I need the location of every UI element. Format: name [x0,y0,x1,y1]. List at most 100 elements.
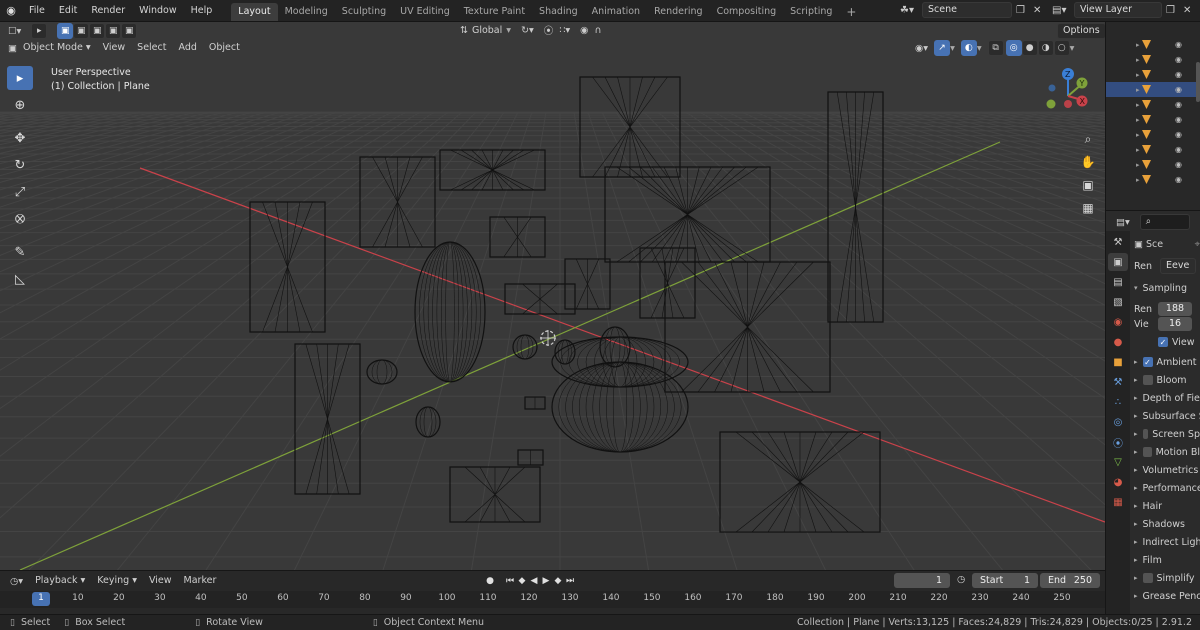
3d-viewport[interactable] [0,22,1105,570]
expand-arrow-icon[interactable]: ▸ [1136,56,1140,64]
panel-enable-checkbox[interactable] [1142,375,1153,385]
scene-icon[interactable]: ☘▾ [900,5,922,16]
menu-render[interactable]: Render [84,0,132,22]
visibility-eye-icon[interactable]: ◉ [1175,55,1182,64]
start-frame-field[interactable]: Start 1 [972,573,1038,588]
menu-marker[interactable]: Marker [178,571,223,591]
particles-tab-icon[interactable]: ∴ [1108,393,1128,411]
copy-scene-icon[interactable]: ❐ [1016,5,1025,16]
object-tab-icon[interactable]: ■ [1108,353,1128,371]
gizmo-menu-icon[interactable]: ▾ [950,43,955,54]
perspective-grid-icon[interactable]: ▦ [1077,197,1099,219]
visibility-eye-icon[interactable]: ◉ [1175,145,1182,154]
expand-arrow-icon[interactable]: ▸ [1136,71,1140,79]
rotate-icon[interactable]: ↻ [7,153,33,177]
record-icon[interactable]: ● [484,574,496,588]
current-frame-field[interactable]: 1 [894,573,950,588]
visibility-eye-icon[interactable]: ◉ [1175,70,1182,79]
render-engine-dropdown[interactable]: Eeve [1160,258,1197,274]
select-box-icon[interactable]: ▸ [7,66,33,90]
axis-gizmo-icon[interactable]: Z Y X [1038,66,1098,126]
xray-toggle-icon[interactable]: ⧉ [987,40,1004,56]
tool-tab-icon[interactable]: ⚒ [1108,233,1128,251]
shading-menu-icon[interactable]: ▾ [1070,43,1075,54]
expand-arrow-icon[interactable]: ▸ [1136,161,1140,169]
options-dropdown[interactable]: Options ▾ [1057,23,1106,50]
output-tab-icon[interactable]: ▤ [1108,273,1128,291]
outliner-item[interactable]: ▸ ◉ [1106,52,1200,67]
editor-type-icon[interactable]: ▣ [8,43,17,54]
properties-editor[interactable]: ▤▾ ⌕ ⚒ ▣ ▤ ▧ ◉ ● ■ ⚒ ∴ ◎ ⦿ ▽ ◕ ▦ ▣ Sce ⌖… [1105,210,1200,620]
expand-arrow-icon[interactable]: ▸ [1136,131,1140,139]
annotate-icon[interactable]: ✎ [7,240,33,264]
jump-end-icon[interactable]: ⏭ [564,574,576,588]
tab-animation[interactable]: Animation [585,3,647,21]
menu-playback[interactable]: Playback ▾ [29,571,91,591]
property-panel-header[interactable]: ▸ Subsurface S [1134,407,1200,425]
pan-hand-icon[interactable]: ✋ [1077,151,1099,173]
tool-select-mode-icon[interactable]: ☐▾ [8,26,21,37]
view-layer-tab-icon[interactable]: ▧ [1108,293,1128,311]
denoise-checkbox[interactable]: ✓ [1158,337,1168,347]
menu-edit[interactable]: Edit [52,0,84,22]
editor-type-icon[interactable]: ▤▾ [1116,217,1130,228]
add-workspace-button[interactable]: + [839,3,863,21]
frame-ruler[interactable]: 1 10 20 30 40 50 60 70 80 90 100 110 120 130 140 150 160… [0,591,1105,609]
shading-material-icon[interactable]: ◑ [1037,40,1054,56]
menu-help[interactable]: Help [184,0,220,22]
select-tool-preview-icon[interactable]: ▸ [31,23,48,39]
menu-keying[interactable]: Keying ▾ [91,571,143,591]
transform-orientation[interactable]: ⇅ Global ▾ ↻▾ ⦿ ∷▾ ◉ ∩ [460,23,601,38]
texture-tab-icon[interactable]: ▦ [1108,493,1128,511]
outliner-item[interactable]: ▸ ◉ [1106,37,1200,52]
pin-icon[interactable]: ⌖ [1195,239,1200,250]
material-tab-icon[interactable]: ◕ [1108,473,1128,491]
outliner[interactable]: ▸ ◉ ▸ ◉ ▸ ◉ ▸ ◉ ▸ ◉ ▸ ◉ ▸ ◉ ▸ ◉ ▸ ◉ ▸ ◉ [1105,22,1200,210]
expand-arrow-icon[interactable]: ▸ [1136,176,1140,184]
mode-selector[interactable]: Object Mode ▾ [17,38,97,58]
overlays-toggle-icon[interactable]: ◐ [960,40,977,56]
constraints-tab-icon[interactable]: ⦿ [1108,433,1128,451]
expand-arrow-icon[interactable]: ▸ [1136,146,1140,154]
overlays-menu-icon[interactable]: ▾ [977,43,982,54]
property-panel-header[interactable]: ▸ Screen Sp [1134,425,1200,443]
delete-view-layer-icon[interactable]: ✕ [1183,5,1191,16]
sampling-panel-header[interactable]: ▾ Sampling [1134,279,1200,297]
expand-arrow-icon[interactable]: ▸ [1136,41,1140,49]
stopwatch-icon[interactable]: ◷ [957,574,965,585]
property-panel-header[interactable]: ▸ Film [1134,551,1200,569]
render-samples-field[interactable]: 188 [1158,302,1192,316]
tab-layout[interactable]: Layout [231,2,278,21]
jump-start-icon[interactable]: ⏮ [504,574,516,588]
outliner-item[interactable]: ▸ ◉ [1106,112,1200,127]
prev-keyframe-icon[interactable]: ◆ [516,574,528,588]
menu-view[interactable]: View [97,38,132,58]
visibility-eye-icon[interactable]: ◉ [1175,175,1182,184]
menu-select[interactable]: Select [131,38,172,58]
gizmo-toggle-icon[interactable]: ↗ [934,40,951,56]
outliner-item[interactable]: ▸ ◉ [1106,157,1200,172]
visibility-eye-icon[interactable]: ◉ [1175,85,1182,94]
property-panel-header[interactable]: ▸ Hair [1134,497,1200,515]
snap-icon[interactable]: ⦿ [544,23,554,37]
expand-arrow-icon[interactable]: ▸ [1136,86,1140,94]
physics-tab-icon[interactable]: ◎ [1108,413,1128,431]
panel-enable-checkbox[interactable] [1142,429,1149,439]
expand-arrow-icon[interactable]: ▸ [1136,101,1140,109]
next-keyframe-icon[interactable]: ◆ [552,574,564,588]
outliner-item[interactable]: ▸ ◉ [1106,67,1200,82]
tab-sculpting[interactable]: Sculpting [335,3,393,21]
outliner-scrollbar[interactable] [1196,62,1200,102]
move-icon[interactable]: ✥ [7,126,33,150]
property-panel-header[interactable]: ▸ Shadows [1134,515,1200,533]
pivot-icon[interactable]: ↻▾ [521,25,534,36]
property-panel-header[interactable]: ▸ Grease Penc [1134,587,1200,605]
play-reverse-icon[interactable]: ◀ [528,574,540,588]
navigation-gizmo[interactable]: Z Y X [1038,66,1098,126]
expand-arrow-icon[interactable]: ▸ [1136,116,1140,124]
data-tab-icon[interactable]: ▽ [1108,453,1128,471]
select-subtract-icon[interactable]: ▣ [89,23,106,39]
view-layer-icon[interactable]: ▤▾ [1052,5,1074,16]
visibility-icon[interactable]: ◉▾ [915,43,928,54]
tab-modeling[interactable]: Modeling [278,3,335,21]
